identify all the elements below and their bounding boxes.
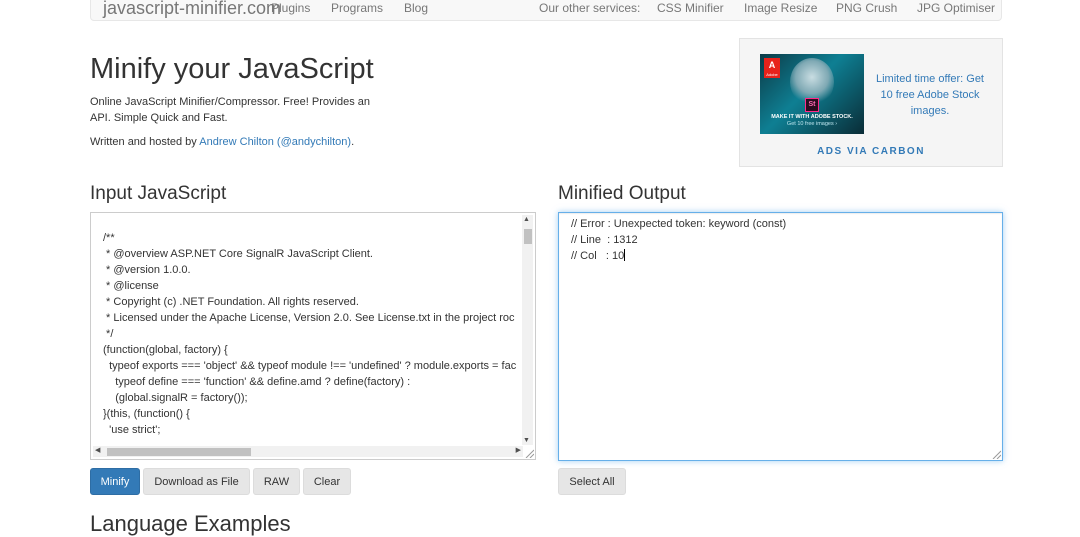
input-heading: Input JavaScript	[90, 183, 227, 204]
ad-text-link[interactable]: Limited time offer: Get 10 free Adobe St…	[875, 71, 985, 119]
adobe-logo-icon: A Adobe	[764, 58, 780, 78]
input-code: /** * @overview ASP.NET Core SignalR Jav…	[103, 230, 519, 445]
code-line: /**	[103, 232, 115, 244]
output-line: // Error : Unexpected token: keyword (co…	[571, 218, 787, 230]
output-line: // Line : 1312	[571, 234, 638, 246]
resize-handle-icon[interactable]	[524, 448, 534, 458]
author-link[interactable]: Andrew Chilton (@andychilton)	[199, 136, 351, 148]
top-navbar: javascript-minifier.com Plugins Programs…	[90, 0, 1002, 21]
code-line: * @overview ASP.NET Core SignalR JavaScr…	[103, 248, 373, 260]
scroll-down-icon[interactable]: ▼	[523, 437, 530, 444]
scroll-left-icon[interactable]: ◀	[95, 446, 100, 454]
scroll-right-icon[interactable]: ▶	[516, 446, 521, 454]
input-textarea[interactable]: /** * @overview ASP.NET Core SignalR Jav…	[90, 212, 536, 460]
code-line: */	[103, 328, 114, 340]
select-all-button[interactable]: Select All	[558, 468, 626, 495]
nav-blog[interactable]: Blog	[404, 1, 428, 15]
page-description: Online JavaScript Minifier/Compressor. F…	[90, 96, 370, 124]
ad-image-caption: MAKE IT WITH ADOBE STOCK. Get 10 free ima…	[771, 114, 853, 127]
text-caret	[624, 249, 626, 261]
code-line: * @version 1.0.0.	[103, 264, 191, 276]
code-line: (global.signalR = factory());	[103, 392, 248, 404]
language-examples-heading: Language Examples	[90, 511, 291, 536]
site-brand[interactable]: javascript-minifier.com	[103, 0, 281, 19]
author-name: Andrew Chilton	[199, 136, 274, 148]
horizontal-scrollbar[interactable]: ◀ ▶	[93, 446, 523, 457]
scroll-up-icon[interactable]: ▲	[523, 216, 530, 223]
vertical-scrollbar[interactable]: ▲ ▼	[522, 215, 533, 445]
code-line: * @license	[103, 280, 159, 292]
page-title: Minify your JavaScript	[90, 53, 374, 85]
nav-image-resize[interactable]: Image Resize	[744, 1, 817, 15]
adobe-stock-icon: St	[805, 98, 819, 112]
output-code: // Error : Unexpected token: keyword (co…	[571, 216, 786, 264]
nav-plugins[interactable]: Plugins	[271, 1, 310, 15]
code-line: }(this, (function() {	[103, 408, 190, 420]
ad-image[interactable]: A Adobe St MAKE IT WITH ADOBE STOCK. Get 1…	[760, 54, 864, 134]
ads-via-carbon[interactable]: ADS VIA CARBON	[740, 146, 1002, 157]
code-line: typeof define === 'function' && define.a…	[103, 376, 411, 388]
nav-programs[interactable]: Programs	[331, 1, 383, 15]
minify-button[interactable]: Minify	[90, 468, 140, 495]
nav-jpg-optimiser[interactable]: JPG Optimiser	[917, 1, 995, 15]
nav-css-minifier[interactable]: CSS Minifier	[657, 1, 724, 15]
code-line: * Licensed under the Apache License, Ver…	[103, 312, 515, 324]
resize-handle-icon[interactable]	[991, 449, 1001, 459]
download-button[interactable]: Download as File	[143, 468, 250, 495]
raw-button[interactable]: RAW	[253, 468, 300, 495]
output-line: // Col : 10	[571, 249, 626, 262]
code-line: typeof exports === 'object' && typeof mo…	[103, 360, 517, 372]
nav-png-crush[interactable]: PNG Crush	[836, 1, 897, 15]
author-prefix: Written and hosted by	[90, 136, 197, 148]
output-textarea[interactable]: // Error : Unexpected token: keyword (co…	[558, 212, 1003, 461]
carbon-ad: A Adobe St MAKE IT WITH ADOBE STOCK. Get 1…	[739, 38, 1003, 167]
nav-services-label: Our other services:	[539, 1, 641, 15]
author-suffix: .	[351, 136, 355, 148]
author-line: Written and hosted by Andrew Chilton (@a…	[90, 135, 354, 149]
clear-button[interactable]: Clear	[303, 468, 351, 495]
horizontal-scroll-thumb[interactable]	[107, 448, 251, 456]
vertical-scroll-thumb[interactable]	[524, 229, 532, 244]
output-heading: Minified Output	[558, 183, 686, 204]
code-line: (function(global, factory) {	[103, 344, 228, 356]
code-line: * Copyright (c) .NET Foundation. All rig…	[103, 296, 359, 308]
author-handle: (@andychilton)	[276, 136, 352, 148]
code-line: 'use strict';	[103, 424, 161, 436]
